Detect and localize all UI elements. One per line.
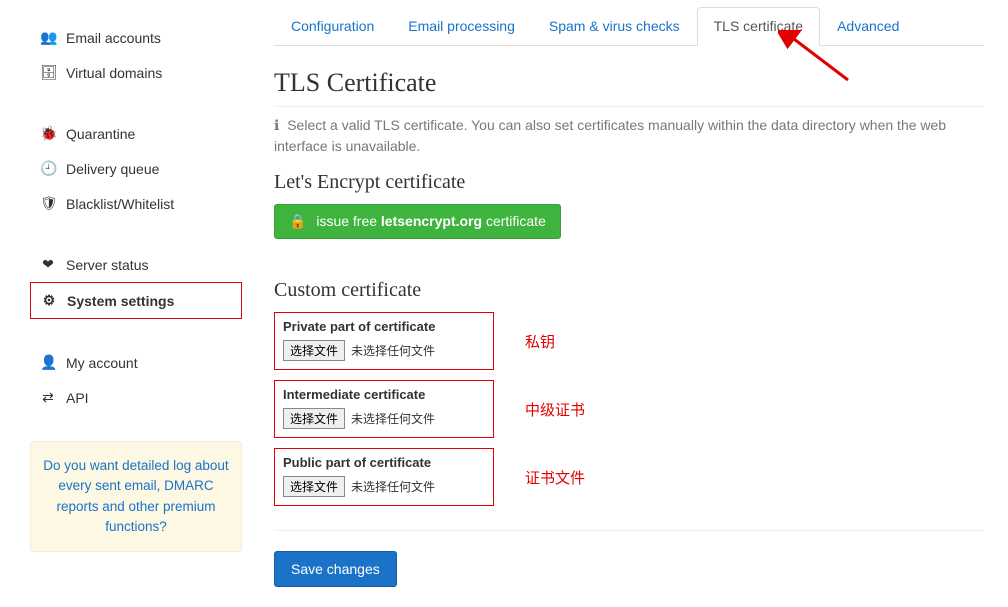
sidebar-item-label: Quarantine bbox=[66, 126, 135, 142]
tab-advanced[interactable]: Advanced bbox=[820, 7, 916, 46]
sidebar-item-email-accounts[interactable]: 👥 Email accounts bbox=[30, 20, 242, 55]
page-title: TLS Certificate bbox=[274, 68, 984, 98]
sidebar-item-label: System settings bbox=[67, 293, 174, 309]
lock-icon: 🔒 bbox=[289, 213, 306, 229]
field-public-cert: Public part of certificate 选择文件 未选择任何文件 … bbox=[274, 448, 494, 506]
users-icon: 👥 bbox=[40, 29, 56, 46]
cogs-icon: ⚙ bbox=[41, 292, 57, 309]
sidebar-item-my-account[interactable]: 👤 My account bbox=[30, 345, 242, 380]
sidebar-item-label: Delivery queue bbox=[66, 161, 159, 177]
shield-icon: 🛡 bbox=[40, 195, 56, 212]
sidebar-group-4: 👤 My account ⇄ API bbox=[30, 345, 242, 415]
heartbeat-icon: ❤ bbox=[40, 256, 56, 273]
btn-text-suffix: certificate bbox=[482, 213, 546, 229]
annotation-intermediate: 中级证书 bbox=[525, 399, 585, 420]
sidebar-item-system-settings[interactable]: ⚙ System settings bbox=[30, 282, 242, 319]
sidebar-group-1: 👥 Email accounts 🗄 Virtual domains bbox=[30, 20, 242, 90]
exchange-icon: ⇄ bbox=[40, 389, 56, 406]
sidebar-item-api[interactable]: ⇄ API bbox=[30, 380, 242, 415]
sidebar-group-3: ❤ Server status ⚙ System settings bbox=[30, 247, 242, 319]
sidebar-item-label: Email accounts bbox=[66, 30, 161, 46]
info-message: Select a valid TLS certificate. You can … bbox=[274, 117, 946, 154]
tab-configuration[interactable]: Configuration bbox=[274, 7, 391, 46]
sidebar-item-virtual-domains[interactable]: 🗄 Virtual domains bbox=[30, 55, 242, 90]
sidebar-item-server-status[interactable]: ❤ Server status bbox=[30, 247, 242, 282]
info-icon: ℹ bbox=[274, 115, 279, 136]
sidebar-item-label: Server status bbox=[66, 257, 148, 273]
choose-file-button[interactable]: 选择文件 bbox=[283, 476, 345, 497]
sidebar-item-label: Virtual domains bbox=[66, 65, 162, 81]
tab-tls-certificate[interactable]: TLS certificate bbox=[697, 7, 820, 46]
sidebar-item-blacklist-whitelist[interactable]: 🛡 Blacklist/Whitelist bbox=[30, 186, 242, 221]
database-icon: 🗄 bbox=[40, 64, 56, 81]
custom-cert-heading: Custom certificate bbox=[274, 279, 984, 302]
annotation-private-key: 私钥 bbox=[525, 331, 555, 352]
issue-letsencrypt-button[interactable]: 🔒 issue free letsencrypt.org certificate bbox=[274, 204, 561, 239]
btn-text-prefix: issue free bbox=[316, 213, 381, 229]
letsencrypt-heading: Let's Encrypt certificate bbox=[274, 171, 984, 194]
user-icon: 👤 bbox=[40, 354, 56, 371]
field-private-key: Private part of certificate 选择文件 未选择任何文件… bbox=[274, 312, 494, 370]
tabs-bar: Configuration Email processing Spam & vi… bbox=[274, 6, 984, 46]
field-legend: Intermediate certificate bbox=[283, 387, 485, 402]
sidebar-group-2: 🐞 Quarantine 🕘 Delivery queue 🛡 Blacklis… bbox=[30, 116, 242, 221]
field-legend: Private part of certificate bbox=[283, 319, 485, 334]
tab-email-processing[interactable]: Email processing bbox=[391, 7, 532, 46]
tab-spam-virus-checks[interactable]: Spam & virus checks bbox=[532, 7, 697, 46]
sidebar-item-label: Blacklist/Whitelist bbox=[66, 196, 174, 212]
file-status: 未选择任何文件 bbox=[351, 410, 435, 427]
clock-icon: 🕘 bbox=[40, 160, 56, 177]
sidebar-item-quarantine[interactable]: 🐞 Quarantine bbox=[30, 116, 242, 151]
bug-icon: 🐞 bbox=[40, 125, 56, 142]
annotation-public: 证书文件 bbox=[525, 467, 585, 488]
promo-text: Do you want detailed log about every sen… bbox=[43, 458, 228, 534]
choose-file-button[interactable]: 选择文件 bbox=[283, 408, 345, 429]
sidebar-item-delivery-queue[interactable]: 🕘 Delivery queue bbox=[30, 151, 242, 186]
file-status: 未选择任何文件 bbox=[351, 342, 435, 359]
info-text: ℹ Select a valid TLS certificate. You ca… bbox=[274, 106, 984, 157]
file-status: 未选择任何文件 bbox=[351, 478, 435, 495]
premium-promo-box[interactable]: Do you want detailed log about every sen… bbox=[30, 441, 242, 552]
sidebar-item-label: My account bbox=[66, 355, 138, 371]
field-intermediate-cert: Intermediate certificate 选择文件 未选择任何文件 中级… bbox=[274, 380, 494, 438]
field-legend: Public part of certificate bbox=[283, 455, 485, 470]
sidebar-item-label: API bbox=[66, 390, 89, 406]
btn-text-domain: letsencrypt.org bbox=[381, 213, 482, 229]
choose-file-button[interactable]: 选择文件 bbox=[283, 340, 345, 361]
